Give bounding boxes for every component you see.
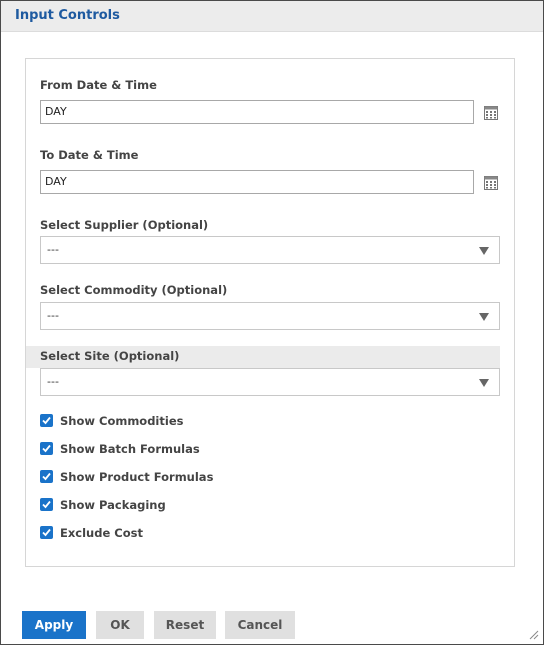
checkbox-exclude-cost[interactable] xyxy=(40,526,53,539)
from-date-label: From Date & Time xyxy=(40,78,157,92)
checkmark-icon xyxy=(42,444,51,453)
ok-button[interactable]: OK xyxy=(96,611,144,639)
checkbox-show-packaging[interactable] xyxy=(40,498,53,511)
supplier-select-value: --- xyxy=(47,243,59,256)
supplier-label: Select Supplier (Optional) xyxy=(40,218,209,232)
checkbox-label: Show Product Formulas xyxy=(60,470,214,484)
checkbox-label: Show Commodities xyxy=(60,414,184,428)
checkmark-icon xyxy=(42,472,51,481)
chevron-down-icon xyxy=(479,247,489,255)
to-date-input[interactable]: DAY xyxy=(40,170,474,194)
checkbox-show-batch-formulas[interactable] xyxy=(40,442,53,455)
chevron-down-icon xyxy=(479,379,489,387)
checkbox-show-product-formulas[interactable] xyxy=(40,470,53,483)
checkmark-icon xyxy=(42,500,51,509)
commodity-select[interactable]: --- xyxy=(40,302,500,330)
input-controls-dialog: Input Controls From Date & Time DAY To D… xyxy=(0,0,544,645)
checkbox-label: Exclude Cost xyxy=(60,526,143,540)
reset-button[interactable]: Reset xyxy=(154,611,216,639)
site-select[interactable]: --- xyxy=(40,368,500,396)
apply-button[interactable]: Apply xyxy=(22,611,86,639)
checkbox-label: Show Batch Formulas xyxy=(60,442,200,456)
site-select-value: --- xyxy=(47,375,59,388)
from-date-input[interactable]: DAY xyxy=(40,100,474,124)
to-date-label: To Date & Time xyxy=(40,148,139,162)
controls-panel: From Date & Time DAY To Date & Time DAY … xyxy=(25,58,515,567)
dialog-title: Input Controls xyxy=(15,8,120,23)
checkmark-icon xyxy=(42,528,51,537)
checkbox-show-commodities[interactable] xyxy=(40,414,53,427)
supplier-select[interactable]: --- xyxy=(40,236,500,264)
checkbox-label: Show Packaging xyxy=(60,498,166,512)
calendar-icon[interactable] xyxy=(484,106,498,120)
site-label: Select Site (Optional) xyxy=(40,349,180,363)
resize-grip-icon[interactable] xyxy=(529,630,539,640)
checkmark-icon xyxy=(42,416,51,425)
commodity-select-value: --- xyxy=(47,309,59,322)
cancel-button[interactable]: Cancel xyxy=(225,611,295,639)
chevron-down-icon xyxy=(479,313,489,321)
commodity-label: Select Commodity (Optional) xyxy=(40,283,228,297)
dialog-header: Input Controls xyxy=(1,1,543,32)
calendar-icon[interactable] xyxy=(484,176,498,190)
